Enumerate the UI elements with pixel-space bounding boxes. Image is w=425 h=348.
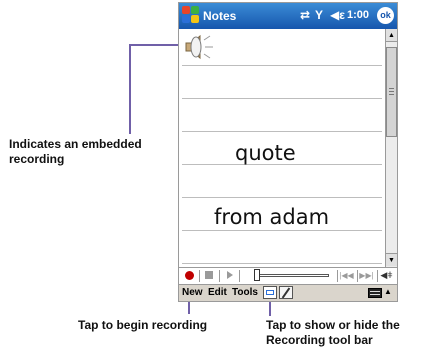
- recording-toolbar-icon[interactable]: [263, 286, 277, 299]
- callout-embedded-recording: Indicates an embedded recording: [9, 137, 142, 166]
- ok-button[interactable]: ok: [377, 7, 394, 24]
- toolbar-divider: [239, 270, 240, 282]
- stop-icon[interactable]: [202, 269, 217, 282]
- device-screen: Notes ⇄ Y ◀ε 1:00 ok quote from adam ▲ ▼…: [178, 2, 398, 302]
- speaker-icon[interactable]: [182, 32, 216, 62]
- ruled-line: [182, 263, 382, 264]
- app-title: Notes: [203, 9, 237, 23]
- ruled-line: [182, 197, 382, 198]
- scrollbar-thumb[interactable]: [386, 47, 397, 137]
- toolbar-divider: [199, 270, 200, 282]
- fast-forward-icon[interactable]: ▶▶|: [359, 269, 374, 282]
- toolbar-divider: [337, 270, 338, 282]
- callout-toggle-toolbar: Tap to show or hide the Recording tool b…: [266, 318, 400, 347]
- ruled-line: [182, 98, 382, 99]
- toolbar-divider: [377, 270, 378, 282]
- signal-icon[interactable]: Y: [315, 8, 323, 22]
- menu-edit[interactable]: Edit: [208, 287, 227, 298]
- note-text-line-2: from adam: [214, 205, 330, 229]
- record-icon[interactable]: [182, 269, 197, 282]
- connectivity-icon[interactable]: ⇄: [300, 8, 310, 22]
- position-slider-thumb[interactable]: [254, 269, 260, 281]
- rewind-icon[interactable]: |◀◀: [339, 269, 354, 282]
- leader-line-embedded-v: [129, 44, 131, 134]
- pen-icon[interactable]: [279, 286, 293, 299]
- play-icon[interactable]: [222, 269, 237, 282]
- menu-new[interactable]: New: [182, 287, 203, 298]
- volume-icon[interactable]: ◀ε: [330, 8, 345, 22]
- windows-start-icon[interactable]: [182, 6, 200, 24]
- menu-bar: New Edit Tools ▲: [179, 284, 397, 301]
- volume-slider-icon[interactable]: ◀ǂ: [379, 269, 394, 282]
- vertical-scrollbar[interactable]: ▲ ▼: [385, 29, 397, 267]
- clock[interactable]: 1:00: [347, 9, 369, 21]
- note-area[interactable]: quote from adam: [179, 29, 385, 267]
- toolbar-divider: [219, 270, 220, 282]
- position-slider-track[interactable]: [259, 274, 329, 277]
- ruled-line: [182, 230, 382, 231]
- keyboard-icon[interactable]: [368, 288, 382, 298]
- callout-begin-recording: Tap to begin recording: [78, 318, 208, 332]
- note-text-line-1: quote: [235, 141, 296, 165]
- leader-line-toggle-v: [269, 302, 271, 316]
- scroll-up-icon[interactable]: ▲: [386, 29, 397, 42]
- toolbar-divider: [357, 270, 358, 282]
- leader-line-embedded-h1: [130, 44, 184, 46]
- ruled-line: [182, 65, 382, 66]
- menu-tools[interactable]: Tools: [232, 287, 258, 298]
- input-menu-arrow-icon[interactable]: ▲: [384, 287, 392, 296]
- ruled-line: [182, 131, 382, 132]
- title-bar: Notes ⇄ Y ◀ε 1:00 ok: [179, 3, 397, 29]
- recording-toolbar: |◀◀ ▶▶| ◀ǂ: [179, 267, 397, 284]
- scroll-down-icon[interactable]: ▼: [386, 253, 397, 266]
